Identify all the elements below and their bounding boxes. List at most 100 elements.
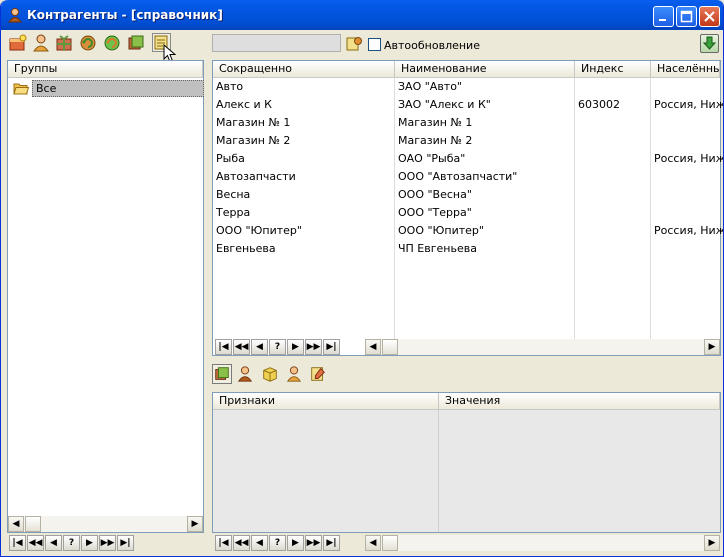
nav-next-button[interactable]: ▶ bbox=[287, 535, 304, 551]
table-row[interactable]: Магазин № 1 Магазин № 1 bbox=[213, 114, 720, 132]
tab-cards[interactable] bbox=[212, 364, 232, 384]
scroll-thumb[interactable] bbox=[382, 339, 398, 355]
cell-name: ОАО "Рыба" bbox=[398, 152, 466, 165]
title-bar[interactable]: Контрагенты - [справочник] bbox=[1, 0, 723, 30]
table-row[interactable]: Автозапчасти ООО "Автозапчасти" bbox=[213, 168, 720, 186]
table-row[interactable]: Рыба ОАО "Рыба" Россия, Ниж bbox=[213, 150, 723, 168]
cell-name: Магазин № 1 bbox=[398, 116, 473, 129]
column-separator bbox=[438, 410, 439, 532]
cell-index: 603002 bbox=[578, 98, 620, 111]
notes-icon[interactable] bbox=[309, 365, 327, 383]
nav-prev-button[interactable]: ◀ bbox=[251, 535, 268, 551]
user-icon[interactable] bbox=[31, 33, 51, 53]
autorefresh-label: Автообновление bbox=[384, 39, 480, 52]
cell-short: Терра bbox=[216, 206, 251, 219]
table-row[interactable]: ООО "Юпитер" ООО "Юпитер" Россия, Ниж bbox=[213, 222, 723, 240]
nav-search-button[interactable]: ? bbox=[63, 535, 80, 551]
gift-box-icon[interactable] bbox=[54, 33, 74, 53]
cell-name: ЗАО "Алекс и К" bbox=[398, 98, 491, 111]
filter-settings-icon[interactable] bbox=[345, 35, 363, 52]
scroll-right-icon[interactable]: ▶ bbox=[704, 339, 720, 355]
nav-prev-page-button[interactable]: ◀◀ bbox=[233, 339, 250, 355]
cell-short: Авто bbox=[216, 80, 244, 93]
nav-prev-page-button[interactable]: ◀◀ bbox=[233, 535, 250, 551]
arrow-down-icon bbox=[702, 36, 717, 50]
nav-search-button[interactable]: ? bbox=[269, 339, 286, 355]
table-row[interactable]: Терра ООО "Терра" bbox=[213, 204, 720, 222]
nav-prev-button[interactable]: ◀ bbox=[45, 535, 62, 551]
details-table: Признаки Значения bbox=[212, 392, 721, 533]
search-input[interactable] bbox=[212, 34, 341, 52]
groups-panel: Группы Все bbox=[7, 60, 204, 533]
cell-short: Весна bbox=[216, 188, 251, 201]
nav-search-button[interactable]: ? bbox=[269, 535, 286, 551]
table-hscrollbar[interactable]: ◀ ▶ bbox=[365, 339, 720, 355]
nav-first-button[interactable]: |◀ bbox=[9, 535, 26, 551]
column-header-index[interactable]: Индекс bbox=[575, 61, 651, 78]
app-window: Контрагенты - [справочник] Автообновлени… bbox=[0, 0, 724, 557]
table-row[interactable]: Весна ООО "Весна" bbox=[213, 186, 720, 204]
table-row[interactable]: Евгеньева ЧП Евгеньева bbox=[213, 240, 720, 258]
cell-short: Алекс и К bbox=[216, 98, 272, 111]
scroll-right-icon[interactable]: ▶ bbox=[187, 516, 203, 532]
nav-next-button[interactable]: ▶ bbox=[287, 339, 304, 355]
column-header-short[interactable]: Сокращенно bbox=[213, 61, 395, 78]
cell-name: ЗАО "Авто" bbox=[398, 80, 462, 93]
cards-icon[interactable] bbox=[126, 33, 146, 53]
add-icon[interactable] bbox=[8, 33, 28, 53]
sync-icon[interactable] bbox=[102, 33, 122, 53]
scroll-left-icon[interactable]: ◀ bbox=[365, 339, 381, 355]
folder-open-icon bbox=[13, 83, 29, 95]
groups-header[interactable]: Группы bbox=[8, 61, 203, 78]
table-navigator: |◀ ◀◀ ◀ ? ▶ ▶▶ ▶| bbox=[215, 339, 355, 355]
nav-next-button[interactable]: ▶ bbox=[81, 535, 98, 551]
minimize-button[interactable] bbox=[653, 6, 674, 27]
download-button[interactable] bbox=[700, 34, 719, 53]
nav-last-button[interactable]: ▶| bbox=[117, 535, 134, 551]
cell-name: ООО "Юпитер" bbox=[398, 224, 484, 237]
cell-name: Магазин № 2 bbox=[398, 134, 473, 147]
nav-first-button[interactable]: |◀ bbox=[215, 535, 232, 551]
cards-icon bbox=[215, 367, 229, 380]
nav-last-button[interactable]: ▶| bbox=[323, 535, 340, 551]
group-item-all[interactable]: Все bbox=[11, 80, 204, 98]
close-button[interactable] bbox=[699, 6, 720, 27]
nav-next-page-button[interactable]: ▶▶ bbox=[305, 339, 322, 355]
groups-hscrollbar[interactable]: ◀ ▶ bbox=[8, 516, 203, 532]
scroll-thumb[interactable] bbox=[382, 535, 398, 551]
nav-first-button[interactable]: |◀ bbox=[215, 339, 232, 355]
details-hscrollbar[interactable]: ◀ ▶ bbox=[365, 535, 720, 551]
window-title: Контрагенты - [справочник] bbox=[27, 8, 223, 22]
column-header-values[interactable]: Значения bbox=[439, 393, 720, 410]
maximize-button[interactable] bbox=[676, 6, 697, 27]
column-header-locality[interactable]: Населённые bbox=[651, 61, 720, 78]
nav-prev-button[interactable]: ◀ bbox=[251, 339, 268, 355]
scroll-thumb[interactable] bbox=[25, 516, 41, 532]
user-icon[interactable] bbox=[285, 365, 303, 383]
cell-name: ЧП Евгеньева bbox=[398, 242, 477, 255]
column-header-attributes[interactable]: Признаки bbox=[213, 393, 439, 410]
nav-last-button[interactable]: ▶| bbox=[323, 339, 340, 355]
column-header-name[interactable]: Наименование bbox=[395, 61, 575, 78]
cell-name: ООО "Терра" bbox=[398, 206, 472, 219]
table-row[interactable]: Магазин № 2 Магазин № 2 bbox=[213, 132, 720, 150]
contractors-table: Сокращенно Наименование Индекс Населённы… bbox=[212, 60, 723, 356]
person-icon[interactable] bbox=[236, 365, 254, 383]
nav-next-page-button[interactable]: ▶▶ bbox=[99, 535, 116, 551]
nav-prev-page-button[interactable]: ◀◀ bbox=[27, 535, 44, 551]
minimize-icon bbox=[659, 19, 666, 21]
refresh-icon[interactable] bbox=[78, 33, 98, 53]
cell-short: ООО "Юпитер" bbox=[216, 224, 302, 237]
scroll-left-icon[interactable]: ◀ bbox=[8, 516, 24, 532]
cell-locality: Россия, Ниж bbox=[654, 224, 723, 237]
groups-navigator: |◀ ◀◀ ◀ ? ▶ ▶▶ ▶| bbox=[9, 535, 203, 551]
details-navigator: |◀ ◀◀ ◀ ? ▶ ▶▶ ▶| bbox=[215, 535, 355, 551]
box-icon[interactable] bbox=[261, 365, 279, 383]
nav-next-page-button[interactable]: ▶▶ bbox=[305, 535, 322, 551]
scroll-right-icon[interactable]: ▶ bbox=[704, 535, 720, 551]
table-row[interactable]: Авто ЗАО "Авто" bbox=[213, 78, 720, 96]
close-icon bbox=[704, 11, 715, 22]
scroll-left-icon[interactable]: ◀ bbox=[365, 535, 381, 551]
autorefresh-checkbox[interactable] bbox=[368, 38, 381, 51]
table-row[interactable]: Алекс и К ЗАО "Алекс и К" 603002 Россия, Ни… bbox=[213, 96, 723, 114]
